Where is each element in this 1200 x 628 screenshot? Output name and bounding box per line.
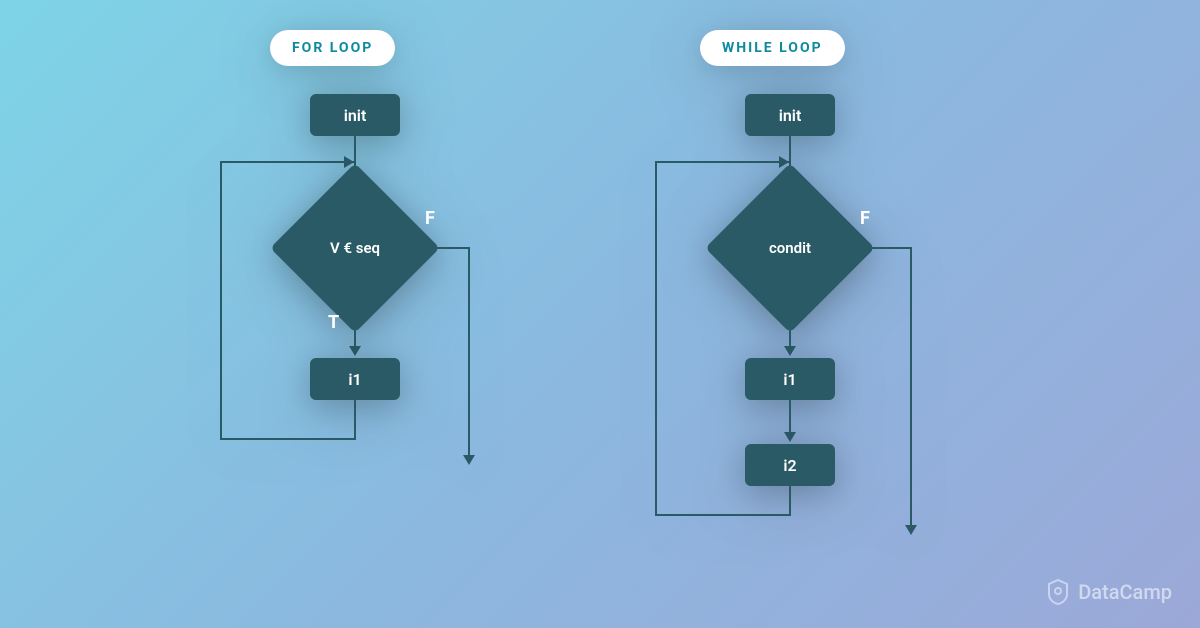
arrowhead-icon — [905, 525, 917, 535]
false-label: F — [860, 208, 870, 229]
body2-label: i2 — [783, 456, 796, 475]
arrow-segment — [655, 161, 657, 516]
arrowhead-icon — [349, 346, 361, 356]
decision-label: V € seq — [330, 239, 380, 257]
arrow-segment — [354, 400, 356, 440]
arrow-segment — [415, 247, 470, 249]
while-loop-init-node: init — [745, 94, 835, 136]
for-loop-decision-node: V € seq — [295, 188, 415, 308]
arrow-segment — [220, 161, 354, 163]
arrow-segment — [789, 486, 791, 516]
body-label: i1 — [348, 370, 361, 389]
arrowhead-icon — [463, 455, 475, 465]
arrow-segment — [354, 308, 356, 348]
for-loop-title: FOR LOOP — [270, 30, 395, 66]
for-loop-init-node: init — [310, 94, 400, 136]
init-label: init — [344, 106, 367, 125]
init-label: init — [779, 106, 802, 125]
arrowhead-icon — [784, 346, 796, 356]
while-loop-decision-node: condit — [730, 188, 850, 308]
true-label: T — [328, 312, 339, 333]
while-loop-diagram: WHILE LOOP init condit F i1 i2 — [630, 30, 970, 590]
datacamp-logo: DataCamp — [1046, 578, 1172, 606]
false-label: F — [425, 208, 435, 229]
while-loop-body1-node: i1 — [745, 358, 835, 400]
arrow-segment — [655, 514, 791, 516]
arrow-segment — [220, 438, 356, 440]
body1-label: i1 — [783, 370, 796, 389]
arrow-segment — [850, 247, 912, 249]
while-loop-body2-node: i2 — [745, 444, 835, 486]
arrow-segment — [789, 400, 791, 434]
shield-icon — [1046, 578, 1070, 606]
brand-label: DataCamp — [1078, 580, 1172, 604]
arrow-segment — [789, 308, 791, 348]
arrow-segment — [220, 161, 222, 440]
arrowhead-icon — [784, 432, 796, 442]
arrow-segment — [468, 247, 470, 457]
arrow-segment — [655, 161, 789, 163]
while-loop-title: WHILE LOOP — [700, 30, 845, 66]
for-loop-body-node: i1 — [310, 358, 400, 400]
for-loop-diagram: FOR LOOP init V € seq F T i1 — [200, 30, 520, 530]
decision-label: condit — [769, 239, 811, 257]
arrow-segment — [910, 247, 912, 527]
